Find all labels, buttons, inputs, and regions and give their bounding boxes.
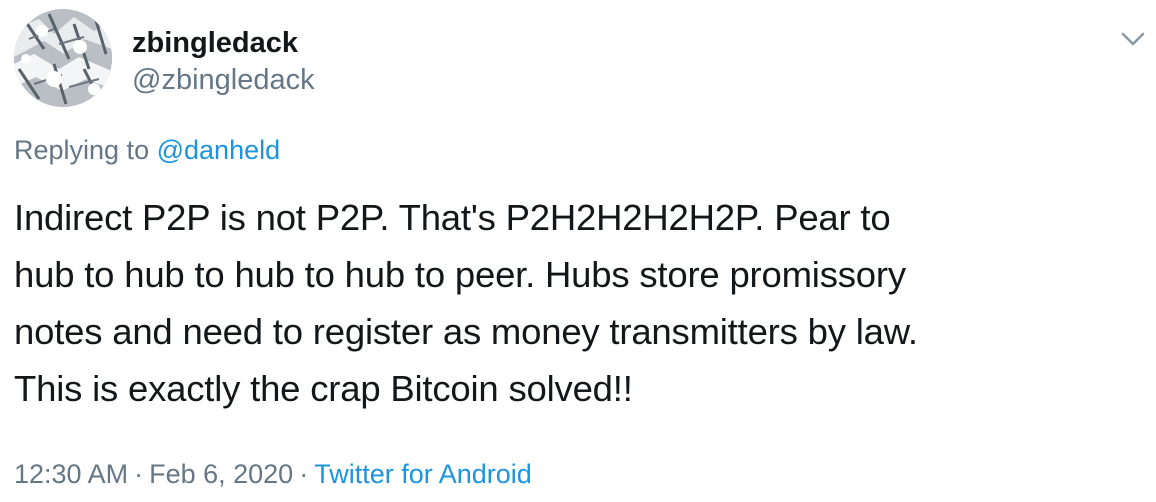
- avatar-image: [14, 9, 112, 107]
- tweet-card: zbingledack @zbingledack Replying to @da…: [0, 0, 1156, 502]
- meta-separator: ·: [299, 459, 309, 489]
- tweet-text-line: notes and need to register as money tran…: [14, 311, 918, 352]
- avatar[interactable]: [14, 9, 112, 107]
- tweet-time[interactable]: 12:30 AM: [14, 459, 128, 489]
- tweet-text-line: Indirect P2P is not P2P. That's P2H2H2H2…: [14, 197, 891, 238]
- reply-context: Replying to @danheld: [14, 132, 280, 168]
- tweet-text-line: This is exactly the crap Bitcoin solved!…: [14, 368, 633, 409]
- tweet-text-line: hub to hub to hub to hub to peer. Hubs s…: [14, 254, 906, 295]
- tweet-source-link[interactable]: Twitter for Android: [314, 459, 532, 489]
- author-handle[interactable]: @zbingledack: [132, 62, 315, 98]
- tweet-text: Indirect P2P is not P2P. That's P2H2H2H2…: [14, 189, 1144, 417]
- reply-mention-link[interactable]: @danheld: [157, 135, 281, 165]
- tweet-meta: 12:30 AM · Feb 6, 2020 · Twitter for Android: [14, 456, 532, 492]
- meta-separator: ·: [134, 459, 144, 489]
- author-display-name[interactable]: zbingledack: [132, 25, 298, 61]
- chevron-down-icon[interactable]: [1118, 24, 1148, 54]
- tweet-date[interactable]: Feb 6, 2020: [149, 459, 293, 489]
- reply-prefix: Replying to: [14, 135, 150, 165]
